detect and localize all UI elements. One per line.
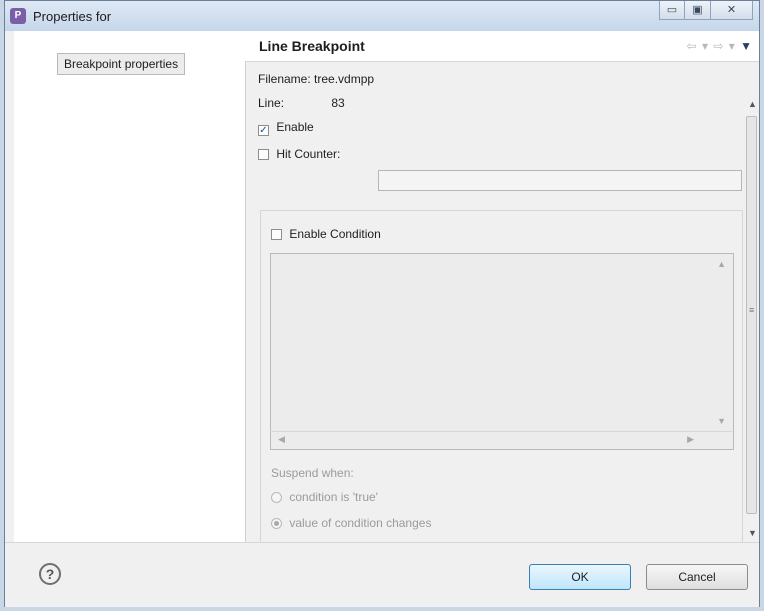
- filename-row: Filename: tree.vdmpp: [258, 72, 374, 86]
- back-menu-chevron-icon[interactable]: ▾: [702, 39, 709, 53]
- sidebar: Breakpoint properties: [14, 31, 246, 542]
- minimize-button[interactable]: ▭: [659, 1, 685, 20]
- forward-arrow-icon[interactable]: ⇨: [713, 39, 724, 53]
- scroll-down-icon[interactable]: ▼: [717, 416, 726, 426]
- filename-value: tree.vdmpp: [314, 72, 375, 86]
- grip-icon: ≡: [749, 305, 755, 315]
- scroll-up-icon[interactable]: ▲: [748, 99, 757, 109]
- close-button[interactable]: ✕: [711, 1, 753, 20]
- filename-label: Filename:: [258, 72, 311, 86]
- hit-counter-checkbox[interactable]: [258, 149, 269, 160]
- scroll-up-icon[interactable]: ▲: [717, 259, 726, 269]
- nav-toolbar: ⇦ ▾ ⇨ ▾ ▼: [687, 39, 753, 53]
- properties-dialog: P Properties for ▭ ▣ ✕ Breakpoint proper…: [4, 0, 760, 607]
- vertical-scrollbar[interactable]: ▲ ≡ ▼: [745, 62, 759, 542]
- option-value-changes[interactable]: value of condition changes: [271, 516, 431, 530]
- sidebar-item-breakpoint-properties[interactable]: Breakpoint properties: [57, 53, 186, 75]
- enable-condition-row[interactable]: Enable Condition: [271, 227, 381, 241]
- page-title: Line Breakpoint: [259, 38, 365, 54]
- back-arrow-icon[interactable]: ⇦: [687, 39, 698, 53]
- line-row: Line: 83: [258, 96, 345, 110]
- window-title: Properties for: [33, 9, 112, 24]
- content-panel: Line Breakpoint ⇦ ▾ ⇨ ▾ ▼ Filename: tree…: [245, 31, 759, 545]
- suspend-when-label: Suspend when:: [271, 466, 354, 480]
- condition-true-radio[interactable]: [271, 492, 282, 503]
- enable-condition-label: Enable Condition: [289, 227, 381, 241]
- line-label: Line:: [258, 96, 285, 110]
- condition-group: Enable Condition ▲ ▼ ◀ ▶ Suspend when: c…: [260, 210, 743, 545]
- ok-button[interactable]: OK: [529, 564, 631, 590]
- enable-checkbox[interactable]: ✓: [258, 125, 269, 136]
- horizontal-scrollbar[interactable]: [270, 431, 732, 432]
- condition-scroll-overlay: ▲ ▼ ◀ ▶: [270, 253, 734, 450]
- page-header: Line Breakpoint ⇦ ▾ ⇨ ▾ ▼: [245, 31, 759, 62]
- help-icon[interactable]: ?: [39, 563, 61, 585]
- value-changes-label: value of condition changes: [289, 516, 432, 530]
- hit-counter-label: Hit Counter:: [276, 147, 341, 161]
- cancel-button[interactable]: Cancel: [646, 564, 748, 590]
- scrollbar-thumb[interactable]: ≡: [746, 116, 757, 514]
- maximize-button[interactable]: ▣: [685, 1, 711, 20]
- title-bar[interactable]: P Properties for ▭ ▣ ✕: [5, 1, 759, 31]
- dialog-footer: ? OK Cancel: [5, 542, 759, 607]
- value-changes-radio[interactable]: [271, 518, 282, 529]
- scroll-down-icon[interactable]: ▼: [748, 528, 757, 538]
- window-controls: ▭ ▣ ✕: [659, 1, 753, 21]
- forward-menu-chevron-icon[interactable]: ▾: [729, 39, 736, 53]
- app-icon: P: [10, 8, 26, 24]
- breakpoint-form: Filename: tree.vdmpp Line: 83 ✓ Enable H…: [245, 62, 745, 545]
- view-menu-icon[interactable]: ▼: [740, 39, 753, 53]
- option-condition-true[interactable]: condition is 'true': [271, 490, 378, 504]
- scroll-left-icon[interactable]: ◀: [278, 434, 285, 445]
- hit-counter-input[interactable]: [378, 170, 742, 191]
- enable-condition-checkbox[interactable]: [271, 229, 282, 240]
- hit-counter-row[interactable]: Hit Counter:: [258, 147, 340, 161]
- scroll-right-icon[interactable]: ▶: [687, 434, 694, 445]
- line-value: 83: [331, 96, 345, 110]
- enable-label: Enable: [276, 120, 314, 134]
- condition-true-label: condition is 'true': [289, 490, 378, 504]
- enable-row[interactable]: ✓ Enable: [258, 120, 314, 136]
